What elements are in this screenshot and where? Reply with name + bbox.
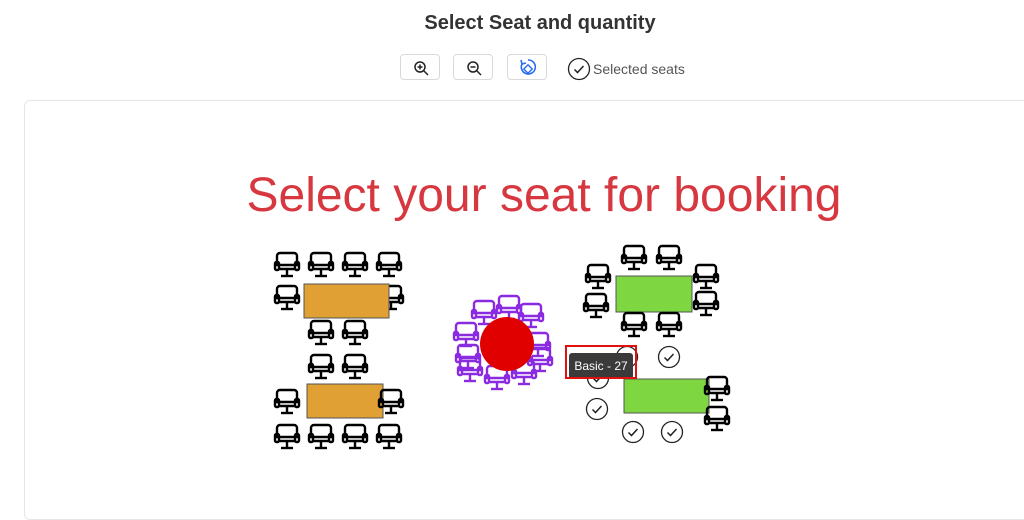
seat-map-canvas[interactable] bbox=[0, 0, 1024, 501]
seat[interactable] bbox=[307, 423, 335, 450]
seat[interactable] bbox=[655, 244, 683, 271]
seat[interactable] bbox=[620, 244, 648, 271]
selected-seat[interactable] bbox=[621, 420, 645, 444]
seat[interactable] bbox=[620, 311, 648, 338]
seat[interactable] bbox=[273, 284, 301, 311]
round-table bbox=[480, 317, 534, 371]
seat[interactable] bbox=[452, 321, 480, 348]
selected-seat[interactable] bbox=[657, 345, 681, 369]
seat[interactable] bbox=[341, 319, 369, 346]
seat[interactable] bbox=[307, 353, 335, 380]
seat[interactable] bbox=[273, 423, 301, 450]
seat[interactable] bbox=[341, 353, 369, 380]
seat[interactable] bbox=[470, 299, 498, 326]
seat[interactable] bbox=[584, 263, 612, 290]
table-orange-top bbox=[303, 283, 390, 319]
seat[interactable] bbox=[341, 423, 369, 450]
seat[interactable] bbox=[273, 251, 301, 278]
seat[interactable] bbox=[307, 319, 335, 346]
seat[interactable] bbox=[655, 311, 683, 338]
seat[interactable] bbox=[692, 263, 720, 290]
selected-seat[interactable] bbox=[585, 397, 609, 421]
seat[interactable] bbox=[495, 294, 523, 321]
seat[interactable] bbox=[692, 290, 720, 317]
seat[interactable] bbox=[341, 251, 369, 278]
table-green-top bbox=[615, 275, 693, 313]
seat[interactable] bbox=[582, 292, 610, 319]
table-green-bottom bbox=[623, 378, 710, 414]
seat[interactable] bbox=[375, 423, 403, 450]
table-orange-bottom bbox=[306, 383, 384, 419]
selected-seat[interactable] bbox=[660, 420, 684, 444]
tooltip-highlight bbox=[565, 345, 637, 379]
seat[interactable] bbox=[307, 251, 335, 278]
seat[interactable] bbox=[375, 251, 403, 278]
seat[interactable] bbox=[273, 388, 301, 415]
